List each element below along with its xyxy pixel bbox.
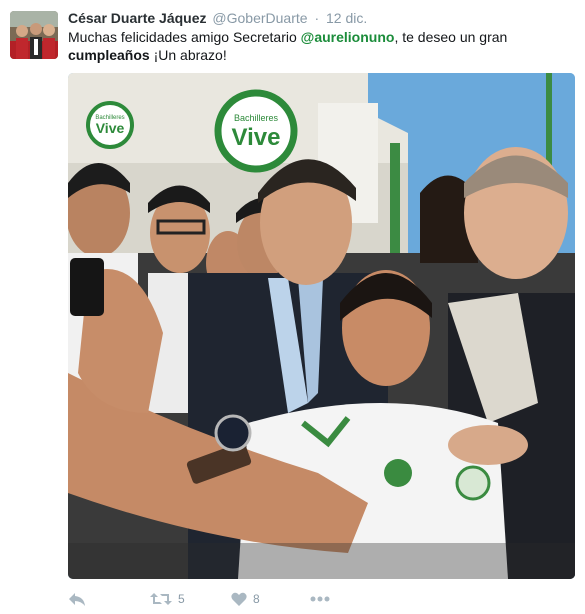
like-count: 8 (253, 592, 260, 606)
tweet-header: César Duarte Jáquez @GoberDuarte · 12 di… (68, 9, 367, 27)
heart-icon (231, 592, 247, 606)
sign-center-text: Vive (232, 124, 281, 151)
reply-button[interactable] (68, 588, 86, 610)
sign-left-text: Vive (96, 120, 125, 136)
reply-icon (69, 593, 85, 606)
like-button[interactable]: 8 (231, 588, 260, 610)
selfie-photo: Bachilleres Vive Bachilleres Vive (68, 73, 575, 579)
mention-link[interactable]: @aurelionuno (301, 29, 395, 45)
more-button[interactable] (310, 588, 330, 610)
tweet-text-part: , te deseo un gran (394, 29, 508, 45)
tweet-date[interactable]: 12 dic. (326, 10, 367, 26)
author-name[interactable]: César Duarte Jáquez (68, 10, 207, 26)
avatar-photo (10, 11, 58, 59)
author-avatar[interactable] (10, 11, 58, 59)
tweet-photo[interactable]: Bachilleres Vive Bachilleres Vive (68, 73, 575, 579)
author-handle[interactable]: @GoberDuarte (212, 10, 307, 26)
separator-dot: · (314, 10, 320, 26)
tweet-actions: 5 8 (68, 588, 568, 612)
retweet-icon (150, 593, 172, 605)
tweet-text-part: ¡Un abrazo! (149, 47, 227, 63)
retweet-button[interactable]: 5 (150, 588, 185, 610)
retweet-count: 5 (178, 592, 185, 606)
more-icon (310, 596, 330, 602)
sign-center-small: Bachilleres (234, 113, 279, 123)
tweet-bold-word: cumpleaños (68, 47, 150, 63)
tweet-text-part: Muchas felicidades amigo Secretario (68, 29, 301, 45)
tweet: César Duarte Jáquez @GoberDuarte · 12 di… (0, 0, 585, 614)
tweet-text: Muchas felicidades amigo Secretario @aur… (68, 28, 573, 64)
